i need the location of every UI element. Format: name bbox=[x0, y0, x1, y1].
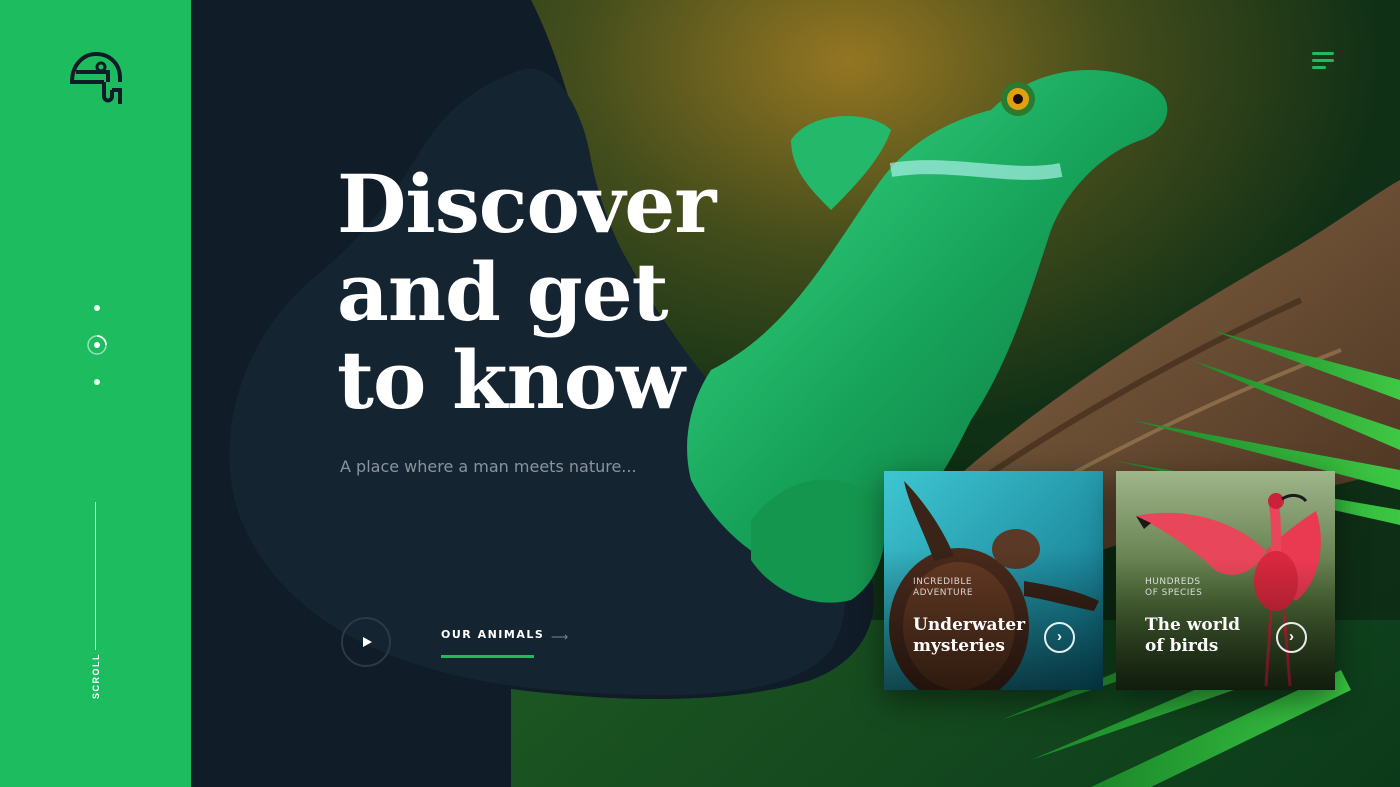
card-title: Underwater mysteries bbox=[913, 615, 1043, 657]
hero-tagline: A place where a man meets nature... bbox=[340, 457, 637, 476]
chevron-right-icon[interactable]: › bbox=[1044, 622, 1075, 653]
toucan-logo-icon[interactable] bbox=[68, 50, 124, 108]
card-kicker: INCREDIBLE ADVENTURE bbox=[913, 577, 1013, 599]
card-kicker-line: HUNDREDS bbox=[1145, 577, 1201, 587]
slide-dot-active[interactable] bbox=[86, 334, 108, 356]
our-animals-link[interactable]: OUR ANIMALS bbox=[441, 628, 544, 641]
hero-section: Discover and get to know A place where a… bbox=[191, 0, 1400, 787]
hamburger-menu-icon[interactable] bbox=[1312, 52, 1336, 70]
chevron-right-icon[interactable]: › bbox=[1276, 622, 1307, 653]
our-animals-underline bbox=[441, 655, 534, 658]
slide-dot-1[interactable] bbox=[94, 305, 100, 311]
headline-line: and get bbox=[337, 245, 669, 339]
card-kicker: HUNDREDS OF SPECIES bbox=[1145, 577, 1245, 599]
card-kicker-line: OF SPECIES bbox=[1145, 588, 1203, 598]
card-title: The world of birds bbox=[1145, 615, 1275, 657]
card-world-of-birds[interactable]: HUNDREDS OF SPECIES The world of birds › bbox=[1116, 471, 1335, 690]
scroll-indicator-line bbox=[95, 502, 96, 650]
headline-line: Discover bbox=[337, 157, 716, 251]
arrow-right-icon: ⟶ bbox=[551, 630, 569, 644]
card-title-line: Underwater bbox=[913, 615, 1026, 635]
slide-pagination bbox=[85, 300, 109, 392]
hero-headline: Discover and get to know bbox=[337, 160, 757, 424]
card-title-line: mysteries bbox=[913, 636, 1005, 656]
card-kicker-line: ADVENTURE bbox=[913, 588, 974, 598]
headline-line: to know bbox=[337, 333, 685, 427]
slide-dot-3[interactable] bbox=[94, 379, 100, 385]
card-title-line: The world bbox=[1145, 615, 1241, 635]
sidebar: SCROLL bbox=[0, 0, 191, 787]
card-title-line: of birds bbox=[1145, 636, 1219, 656]
card-underwater-mysteries[interactable]: INCREDIBLE ADVENTURE Underwater mysterie… bbox=[884, 471, 1103, 690]
play-video-button[interactable] bbox=[341, 617, 391, 667]
scroll-label: SCROLL bbox=[91, 653, 101, 699]
card-kicker-line: INCREDIBLE bbox=[913, 577, 973, 587]
play-icon bbox=[363, 637, 372, 647]
